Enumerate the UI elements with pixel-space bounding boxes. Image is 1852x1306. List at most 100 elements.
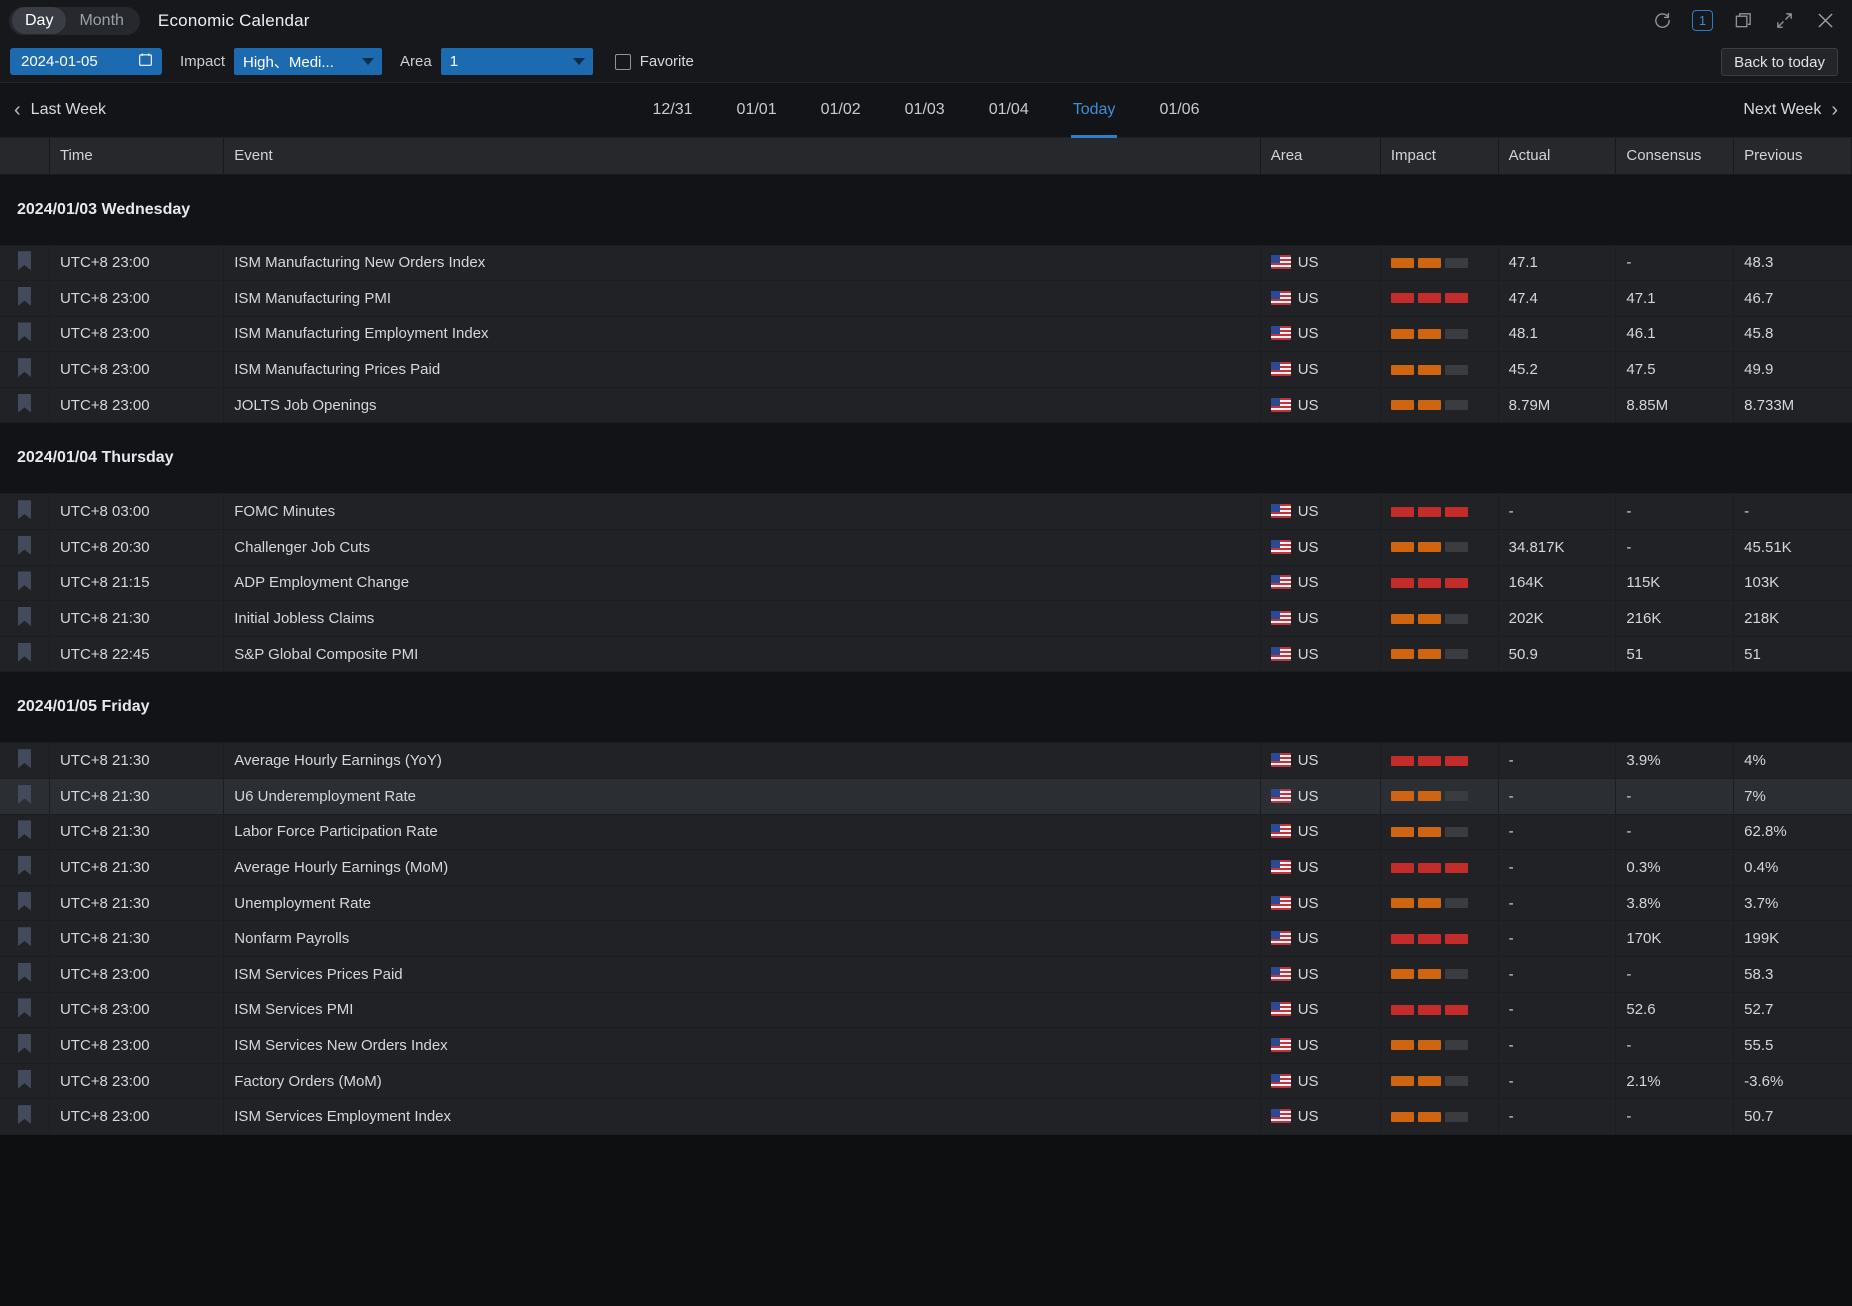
bookmark-cell[interactable]	[0, 992, 50, 1029]
close-icon[interactable]	[1814, 10, 1836, 32]
header-actual[interactable]: Actual	[1498, 138, 1617, 175]
table-row[interactable]: UTC+8 20:30 Challenger Job Cuts US 34.817K -…	[0, 529, 1852, 566]
bookmark-cell[interactable]	[0, 849, 50, 886]
day-tab[interactable]: 01/01	[715, 83, 799, 138]
bookmark-cell[interactable]	[0, 245, 50, 282]
bookmark-cell[interactable]	[0, 956, 50, 993]
cell-event[interactable]: ISM Services PMI	[223, 992, 1261, 1029]
cell-event[interactable]: JOLTS Job Openings	[223, 387, 1261, 424]
bookmark-icon[interactable]	[17, 393, 31, 413]
table-row[interactable]: UTC+8 21:30 Unemployment Rate US -3.8% 3.7%	[0, 885, 1852, 922]
cell-event[interactable]: FOMC Minutes	[223, 493, 1261, 531]
expand-icon[interactable]	[1773, 10, 1795, 32]
bookmark-cell[interactable]	[0, 920, 50, 957]
cell-event[interactable]: Average Hourly Earnings (MoM)	[223, 849, 1261, 886]
cell-event[interactable]: ISM Services New Orders Index	[223, 1027, 1261, 1064]
bookmark-cell[interactable]	[0, 600, 50, 637]
bookmark-icon[interactable]	[17, 642, 31, 662]
cell-event[interactable]: S&P Global Composite PMI	[223, 636, 1261, 673]
table-row[interactable]: UTC+8 23:00 ISM Services Employment Index…	[0, 1098, 1852, 1135]
table-row[interactable]: UTC+8 03:00 FOMC Minutes US - - -	[0, 493, 1852, 531]
cell-event[interactable]: ISM Services Employment Index	[223, 1098, 1261, 1135]
bookmark-icon[interactable]	[17, 535, 31, 555]
last-week-button[interactable]: ‹ Last Week	[14, 100, 106, 120]
day-tab[interactable]: 01/02	[799, 83, 883, 138]
bookmark-cell[interactable]	[0, 1098, 50, 1135]
bookmark-icon[interactable]	[17, 1105, 31, 1125]
view-mode-switch[interactable]: Day Month	[9, 6, 140, 35]
table-row[interactable]: UTC+8 23:00 ISM Services Prices Paid US - -5…	[0, 956, 1852, 993]
bookmark-icon[interactable]	[17, 607, 31, 627]
bookmark-cell[interactable]	[0, 814, 50, 851]
bookmark-icon[interactable]	[17, 927, 31, 947]
refresh-icon[interactable]	[1651, 10, 1673, 32]
header-consensus[interactable]: Consensus	[1615, 138, 1735, 175]
table-row[interactable]: UTC+8 23:00 ISM Services New Orders Index…	[0, 1027, 1852, 1064]
table-row[interactable]: UTC+8 21:30 Labor Force Participation Rat…	[0, 814, 1852, 851]
next-week-button[interactable]: Next Week ›	[1743, 100, 1838, 120]
bookmark-icon[interactable]	[17, 286, 31, 306]
bookmark-icon[interactable]	[17, 962, 31, 982]
bookmark-cell[interactable]	[0, 1063, 50, 1100]
table-row[interactable]: UTC+8 23:00 ISM Manufacturing Prices Paid…	[0, 351, 1852, 388]
back-to-today-button[interactable]: Back to today	[1721, 48, 1838, 76]
favorite-checkbox[interactable]	[614, 53, 631, 70]
table-row[interactable]: UTC+8 21:30 Average Hourly Earnings (YoY)…	[0, 742, 1852, 780]
header-previous[interactable]: Previous	[1733, 138, 1852, 175]
bookmark-icon[interactable]	[17, 322, 31, 342]
view-mode-day[interactable]: Day	[12, 7, 67, 34]
impact-filter-select[interactable]: High、Medi...	[234, 48, 383, 75]
area-filter-select[interactable]: 1	[440, 48, 593, 75]
table-row[interactable]: UTC+8 21:30 Average Hourly Earnings (MoM)…	[0, 849, 1852, 886]
day-tab[interactable]: 12/31	[631, 83, 715, 138]
bookmark-icon[interactable]	[17, 571, 31, 591]
bookmark-cell[interactable]	[0, 885, 50, 922]
bookmark-cell[interactable]	[0, 280, 50, 317]
day-tab[interactable]: 01/06	[1137, 83, 1221, 138]
bookmark-cell[interactable]	[0, 1027, 50, 1064]
table-row[interactable]: UTC+8 23:00 ISM Manufacturing New Orders …	[0, 245, 1852, 282]
cell-event[interactable]: ADP Employment Change	[223, 565, 1261, 602]
bookmark-icon[interactable]	[17, 500, 31, 520]
bookmark-cell[interactable]	[0, 742, 50, 780]
cell-event[interactable]: ISM Manufacturing Employment Index	[223, 316, 1261, 353]
bookmark-icon[interactable]	[17, 820, 31, 840]
cell-event[interactable]: ISM Manufacturing Prices Paid	[223, 351, 1261, 388]
bookmark-icon[interactable]	[17, 749, 31, 769]
bookmark-cell[interactable]	[0, 778, 50, 815]
bookmark-cell[interactable]	[0, 493, 50, 531]
table-row[interactable]: UTC+8 21:30 Nonfarm Payrolls US -170K 199K	[0, 920, 1852, 957]
cell-event[interactable]: ISM Manufacturing PMI	[223, 280, 1261, 317]
bookmark-icon[interactable]	[17, 856, 31, 876]
table-row[interactable]: UTC+8 23:00 ISM Manufacturing PMI US 47.4 47…	[0, 280, 1852, 317]
day-tab[interactable]: 01/04	[967, 83, 1051, 138]
cell-event[interactable]: ISM Manufacturing New Orders Index	[223, 245, 1261, 282]
cell-event[interactable]: Initial Jobless Claims	[223, 600, 1261, 637]
day-tab[interactable]: Today	[1051, 83, 1138, 138]
cell-event[interactable]: ISM Services Prices Paid	[223, 956, 1261, 993]
bookmark-icon[interactable]	[17, 358, 31, 378]
cell-event[interactable]: Nonfarm Payrolls	[223, 920, 1261, 957]
bookmark-cell[interactable]	[0, 529, 50, 566]
table-row[interactable]: UTC+8 21:15 ADP Employment Change US 164K 11…	[0, 565, 1852, 602]
view-mode-month[interactable]: Month	[66, 7, 136, 34]
table-row[interactable]: UTC+8 23:00 Factory Orders (MoM) US -2.1% -3…	[0, 1063, 1852, 1100]
date-picker[interactable]: 2024-01-05	[10, 48, 162, 75]
cell-event[interactable]: Unemployment Rate	[223, 885, 1261, 922]
bookmark-icon[interactable]	[17, 1069, 31, 1089]
restore-window-icon[interactable]	[1732, 10, 1754, 32]
header-area[interactable]: Area	[1260, 138, 1381, 175]
window-count-badge[interactable]: 1	[1692, 10, 1713, 31]
bookmark-cell[interactable]	[0, 351, 50, 388]
header-event[interactable]: Event	[223, 138, 1261, 175]
bookmark-cell[interactable]	[0, 387, 50, 424]
cell-event[interactable]: Factory Orders (MoM)	[223, 1063, 1261, 1100]
bookmark-icon[interactable]	[17, 251, 31, 271]
cell-event[interactable]: Average Hourly Earnings (YoY)	[223, 742, 1261, 780]
bookmark-cell[interactable]	[0, 565, 50, 602]
bookmark-icon[interactable]	[17, 891, 31, 911]
table-row[interactable]: UTC+8 21:30 U6 Underemployment Rate US - -7%	[0, 778, 1852, 815]
calendar-table-container[interactable]: Time Event Area Impact Actual Consensus …	[0, 138, 1852, 1306]
bookmark-cell[interactable]	[0, 316, 50, 353]
bookmark-icon[interactable]	[17, 998, 31, 1018]
